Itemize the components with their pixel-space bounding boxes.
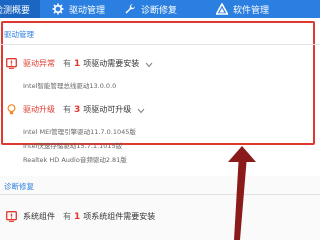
annotation-arrow <box>228 146 256 240</box>
driver-upgrade-item: Intel MEI管理引擎驱动11.7.0.1045版 <box>23 128 136 136</box>
driver-upgrade-prefix: 有 <box>63 105 71 114</box>
tab-driver-management[interactable]: 驱动管理 <box>52 0 124 18</box>
driver-abnormal-item: Intel智能管理总线驱动13.0.0.0 <box>23 82 117 90</box>
tab-overview[interactable]: 检测概要 <box>0 0 41 18</box>
triangle-icon <box>216 3 229 15</box>
driver-abnormal-row[interactable]: 驱动异常 有 1 项驱动需要安装 <box>6 58 153 69</box>
tab-driver-management-label: 驱动管理 <box>69 5 106 16</box>
driver-abnormal-status: 驱动异常 <box>23 59 55 68</box>
driver-upgrade-item: Intel快速存储驱动15.7.1.1015版 <box>23 142 123 150</box>
repair-section <box>0 176 320 240</box>
tab-overview-label: 检测概要 <box>0 5 31 16</box>
driver-abnormal-suffix: 项驱动需要安装 <box>83 59 140 68</box>
driver-upgrade-suffix: 项驱动可升级 <box>83 105 132 114</box>
driver-abnormal-count: 1 <box>74 58 81 69</box>
gear-icon <box>52 3 64 15</box>
divider <box>0 194 320 195</box>
system-component-suffix: 项系统组件需要安装 <box>83 212 156 221</box>
driver-upgrade-status: 驱动升级 <box>23 105 55 114</box>
tab-software-management-label: 软件管理 <box>233 5 270 16</box>
driver-section-title: 驱动管理 <box>4 30 34 39</box>
lightbulb-icon <box>6 104 17 115</box>
system-component-row[interactable]: 系统组件 有 1 项系统组件需要安装 <box>6 211 155 222</box>
tab-diagnose-repair[interactable]: 诊断修复 <box>124 0 216 18</box>
alert-monitor-icon <box>6 58 17 69</box>
chevron-down-icon[interactable] <box>137 107 145 113</box>
wrench-icon <box>124 3 136 15</box>
system-component-prefix: 有 <box>63 212 71 221</box>
driver-upgrade-item: Realtek HD Audio音频驱动2.81版 <box>23 156 127 164</box>
divider <box>0 44 320 45</box>
repair-section-title: 诊断修复 <box>4 182 34 191</box>
system-component-status: 系统组件 <box>23 212 55 221</box>
system-component-icon <box>6 211 17 222</box>
tab-software-management[interactable]: 软件管理 <box>216 0 306 18</box>
driver-upgrade-row[interactable]: 驱动升级 有 3 项驱动可升级 <box>6 104 145 115</box>
driver-upgrade-count: 3 <box>74 104 81 115</box>
system-component-count: 1 <box>74 211 81 222</box>
top-nav-bar: 检测概要 驱动管理 诊断修复 软件管理 <box>0 0 320 18</box>
chevron-down-icon[interactable] <box>145 61 153 67</box>
tab-diagnose-repair-label: 诊断修复 <box>141 5 178 16</box>
driver-abnormal-prefix: 有 <box>63 59 71 68</box>
